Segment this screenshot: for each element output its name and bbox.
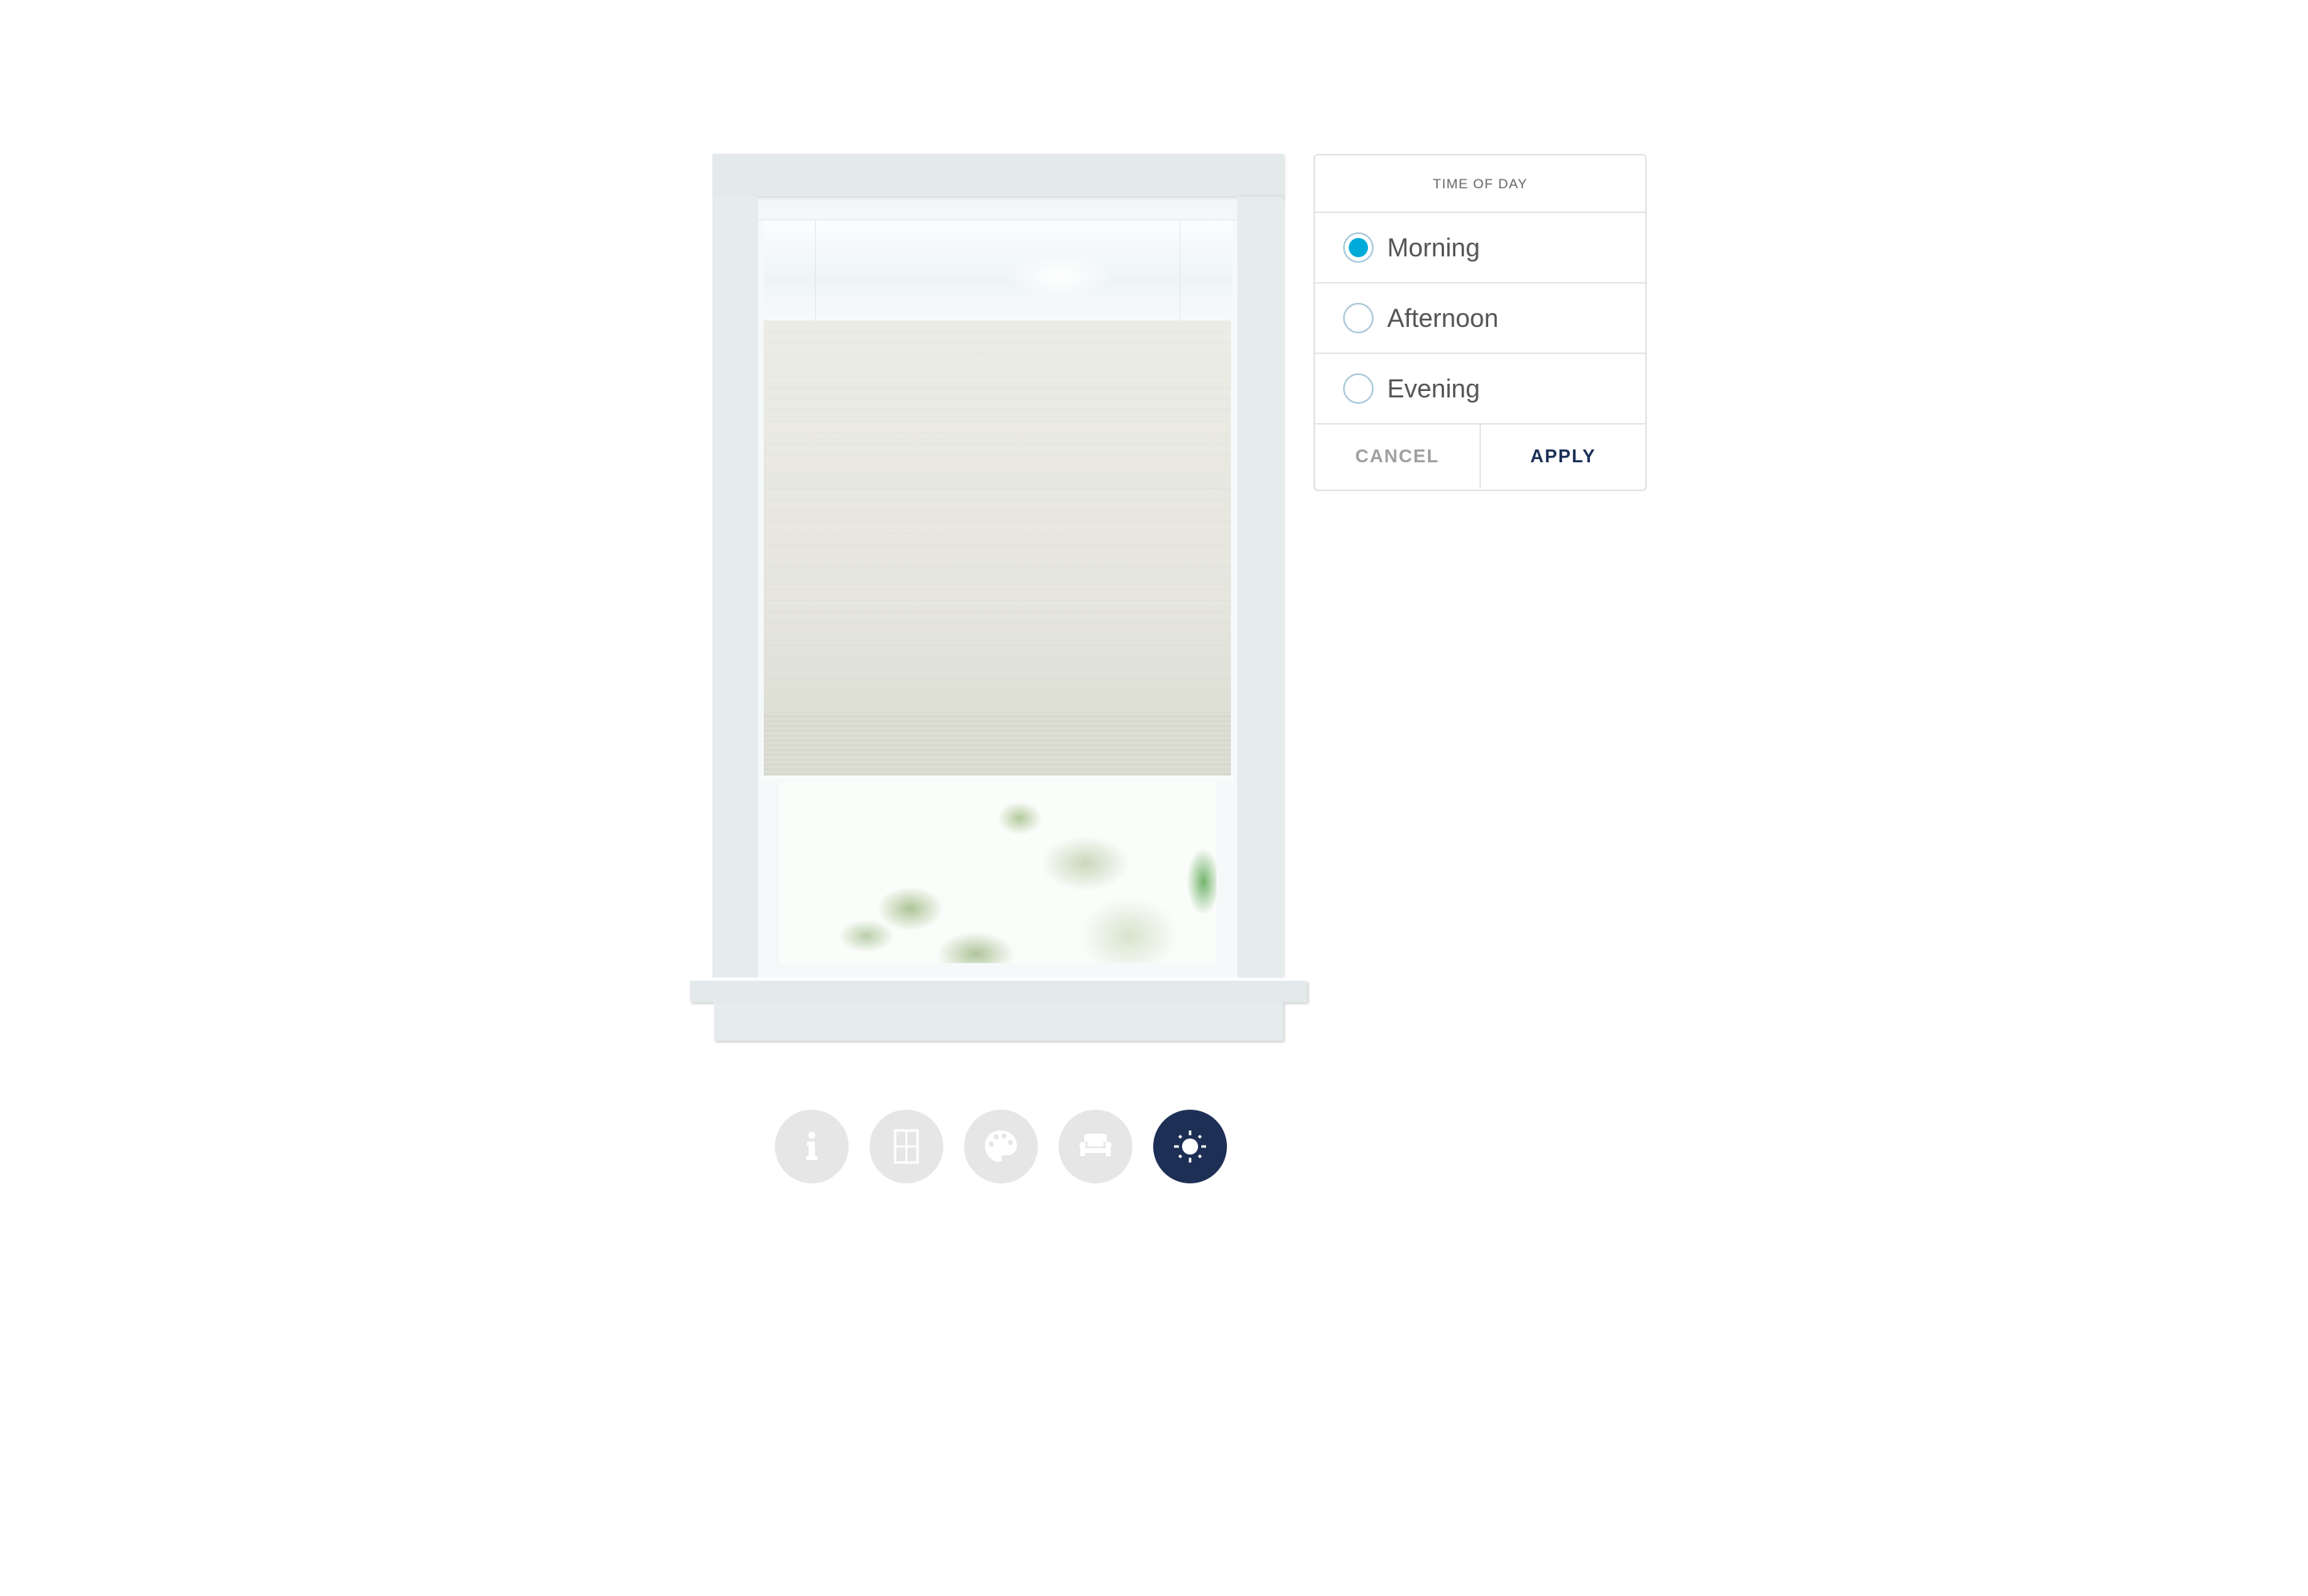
window-mullion (815, 220, 816, 320)
info-button[interactable] (775, 1110, 849, 1183)
garden-view (779, 782, 1217, 963)
palette-icon (985, 1130, 1017, 1162)
panel-title: TIME OF DAY (1315, 155, 1645, 213)
window-sill (690, 981, 1307, 1002)
time-of-day-panel: TIME OF DAY Morning Afternoon Evening CA… (1313, 154, 1647, 491)
radio-unselected[interactable] (1343, 373, 1374, 404)
sky-view (764, 220, 1233, 320)
visualizer-toolbar (775, 1110, 1227, 1183)
panel-actions: CANCEL APPLY (1315, 425, 1645, 488)
room-button[interactable] (1059, 1110, 1132, 1183)
cloud (1004, 252, 1116, 300)
option-evening[interactable]: Evening (1315, 354, 1645, 425)
info-icon (806, 1131, 817, 1160)
window-apron (714, 1002, 1283, 1041)
apply-button[interactable]: APPLY (1481, 425, 1645, 488)
option-label: Evening (1387, 373, 1480, 403)
time-of-day-button[interactable] (1153, 1110, 1227, 1183)
window-frame-left (712, 196, 758, 977)
option-morning[interactable]: Morning (1315, 213, 1645, 284)
window-icon (894, 1129, 919, 1164)
option-afternoon[interactable]: Afternoon (1315, 284, 1645, 354)
sofa-icon (1079, 1134, 1112, 1156)
shade-bottom-section (764, 713, 1231, 776)
sun-icon (1174, 1130, 1206, 1163)
option-label: Afternoon (1387, 303, 1499, 332)
radio-dot (1349, 238, 1368, 257)
color-button[interactable] (964, 1110, 1038, 1183)
window-frame-top (712, 154, 1283, 196)
option-label: Morning (1387, 232, 1480, 262)
shade-bottom-rail (761, 776, 1234, 780)
shade-headrail (758, 199, 1237, 220)
cancel-button[interactable]: CANCEL (1315, 425, 1481, 488)
cellular-shade (764, 320, 1231, 713)
radio-selected[interactable] (1343, 232, 1374, 263)
window-button[interactable] (870, 1110, 943, 1183)
window-frame-right (1237, 196, 1283, 977)
radio-unselected[interactable] (1343, 303, 1374, 333)
